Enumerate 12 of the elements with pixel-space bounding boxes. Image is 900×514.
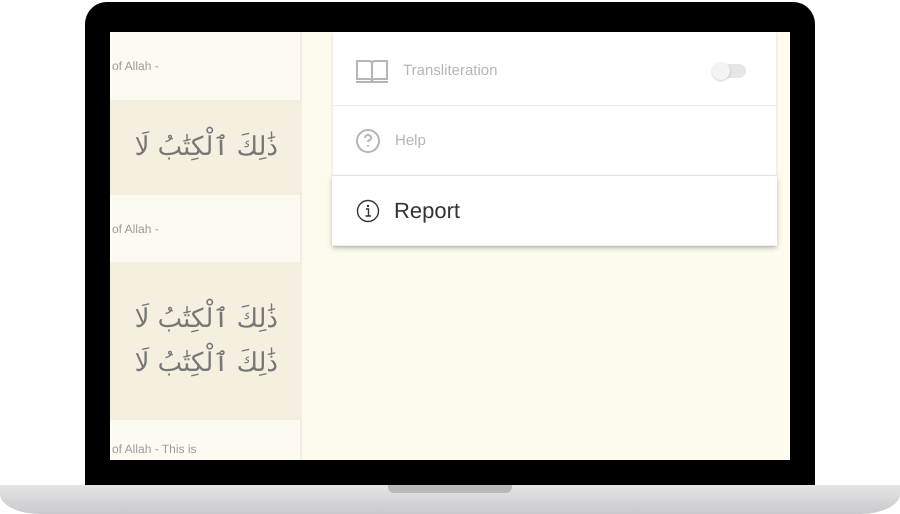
help-icon — [355, 128, 381, 154]
book-icon — [355, 58, 389, 84]
menu-item[interactable]: Transliteration — [333, 36, 776, 106]
arabic-verse: ذَٰلِكَ ٱلْكِتَٰبُ لَا — [130, 125, 282, 170]
translation-text: of Allah - — [112, 59, 160, 73]
info-icon — [356, 198, 380, 222]
translation-text: of Allah - — [112, 222, 160, 236]
arabic-verse: ذَٰلِكَ ٱلْكِتَٰبُ لَا — [130, 341, 282, 386]
toggle-switch[interactable] — [712, 64, 746, 78]
arabic-verse: ذَٰلِكَ ٱلْكِتَٰبُ لَا — [130, 296, 282, 341]
translation-text: of Allah - This is — [112, 442, 198, 456]
menu-item[interactable]: Report — [332, 176, 777, 246]
